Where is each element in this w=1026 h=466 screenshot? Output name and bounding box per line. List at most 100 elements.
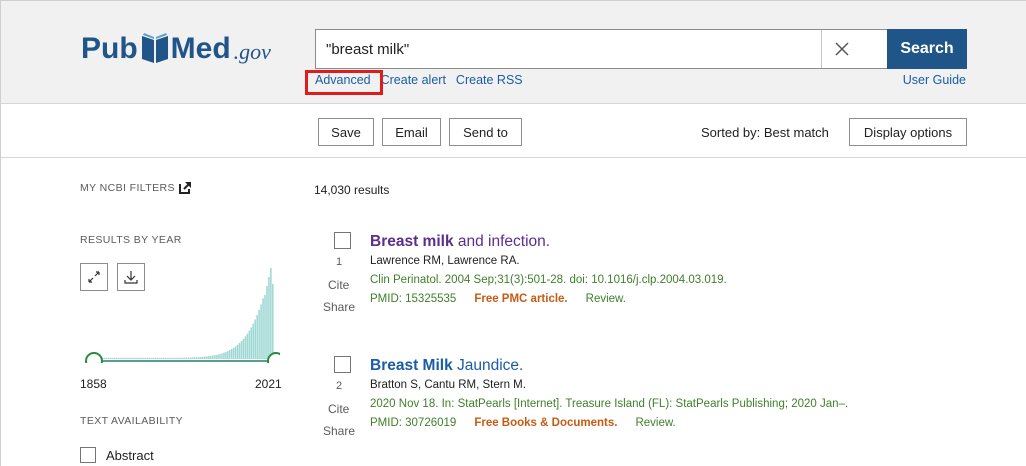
histogram-bar[interactable] — [152, 357, 155, 359]
histogram-bar[interactable] — [139, 357, 141, 359]
histogram-bar[interactable] — [223, 352, 225, 359]
histogram-bar[interactable] — [221, 353, 223, 359]
histogram-bar[interactable] — [113, 357, 116, 359]
histogram-bar[interactable] — [144, 357, 147, 359]
histogram-bar[interactable] — [258, 309, 260, 359]
histogram-bar[interactable] — [248, 330, 251, 359]
histogram-bar[interactable] — [201, 356, 204, 359]
histogram-bar[interactable] — [244, 336, 247, 359]
histogram-bar[interactable] — [242, 338, 245, 359]
histogram-bar[interactable] — [178, 357, 180, 359]
histogram-bar[interactable] — [180, 357, 182, 359]
histogram-bar[interactable] — [225, 351, 227, 359]
histogram-bar[interactable] — [260, 304, 262, 359]
histogram-bar[interactable] — [111, 357, 114, 359]
histogram-bar[interactable] — [230, 348, 233, 359]
cite-button[interactable]: Cite — [328, 278, 349, 292]
save-button[interactable]: Save — [318, 118, 374, 146]
histogram-bar[interactable] — [123, 357, 125, 359]
histogram-bar[interactable] — [158, 357, 161, 359]
results-by-year-histogram[interactable] — [80, 255, 280, 363]
histogram-bar[interactable] — [227, 351, 229, 359]
histogram-bar[interactable] — [109, 357, 112, 359]
histogram-bar[interactable] — [148, 357, 151, 359]
histogram-bar[interactable] — [137, 357, 139, 359]
histogram-bar[interactable] — [127, 357, 129, 359]
histogram-bar[interactable] — [160, 357, 163, 359]
search-button[interactable]: Search — [887, 29, 967, 69]
histogram-bar[interactable] — [168, 357, 170, 359]
pubmed-logo[interactable]: Pub Med .gov — [81, 20, 271, 64]
send-to-button[interactable]: Send to — [449, 118, 522, 146]
histogram-bar[interactable] — [170, 357, 172, 359]
cite-button[interactable]: Cite — [328, 402, 349, 416]
histogram-bar[interactable] — [197, 357, 200, 359]
histogram-bar[interactable] — [203, 356, 206, 359]
free-books-documents-link[interactable]: Free Books & Documents. — [474, 415, 617, 431]
histogram-bar[interactable] — [215, 354, 217, 359]
histogram-bar[interactable] — [117, 357, 120, 359]
histogram-bar[interactable] — [146, 357, 149, 359]
histogram-bar[interactable] — [209, 355, 212, 359]
histogram-bar[interactable] — [236, 344, 239, 359]
histogram-bar[interactable] — [262, 298, 264, 359]
histogram-bar[interactable] — [121, 357, 124, 359]
sort-label[interactable]: Sorted by: Best match — [701, 125, 829, 140]
histogram-bar[interactable] — [229, 350, 231, 359]
histogram-bar[interactable] — [115, 357, 118, 359]
display-options-button[interactable]: Display options — [849, 118, 967, 146]
histogram-bar[interactable] — [211, 355, 213, 359]
histogram-bar[interactable] — [207, 356, 210, 359]
histogram-bar[interactable] — [182, 357, 184, 359]
histogram-bar[interactable] — [150, 357, 153, 359]
histogram-bar[interactable] — [213, 355, 215, 359]
advanced-link[interactable]: Advanced — [315, 73, 371, 87]
histogram-bar[interactable] — [270, 268, 272, 359]
histogram-bar[interactable] — [131, 357, 133, 359]
result-checkbox[interactable] — [334, 232, 351, 249]
histogram-bar[interactable] — [217, 354, 219, 359]
histogram-bar[interactable] — [234, 346, 237, 359]
histogram-bar[interactable] — [186, 357, 188, 359]
histogram-bar[interactable] — [172, 357, 174, 359]
histogram-bar[interactable] — [107, 357, 110, 359]
histogram-bar[interactable] — [252, 323, 255, 359]
histogram-bar[interactable] — [142, 357, 145, 359]
histogram-bar[interactable] — [264, 295, 266, 359]
free-pmc-article-link[interactable]: Free PMC article. — [474, 291, 567, 307]
histogram-bar[interactable] — [129, 357, 131, 359]
my-ncbi-filters-label[interactable]: MY NCBI FILTERS — [80, 182, 175, 194]
histogram-bar[interactable] — [195, 357, 198, 359]
histogram-bar[interactable] — [125, 357, 127, 359]
histogram-bar[interactable] — [266, 286, 268, 359]
result-checkbox[interactable] — [334, 356, 351, 373]
histogram-bar[interactable] — [184, 357, 186, 359]
histogram-bar[interactable] — [205, 356, 208, 359]
histogram-bar[interactable] — [199, 357, 202, 359]
email-button[interactable]: Email — [382, 118, 441, 146]
histogram-bar[interactable] — [156, 357, 159, 359]
histogram-bar[interactable] — [272, 284, 274, 359]
histogram-bar[interactable] — [189, 357, 192, 359]
histogram-bar[interactable] — [268, 277, 270, 359]
histogram-bar[interactable] — [135, 357, 137, 359]
result-title-link[interactable]: Breast Milk Jaundice. — [370, 356, 1010, 376]
histogram-bar[interactable] — [105, 357, 108, 359]
histogram-bar[interactable] — [219, 353, 221, 359]
create-rss-link[interactable]: Create RSS — [456, 73, 523, 87]
clear-search-button[interactable] — [821, 30, 861, 68]
histogram-bar[interactable] — [133, 357, 135, 359]
histogram-bar[interactable] — [240, 341, 243, 359]
abstract-checkbox[interactable] — [80, 447, 96, 463]
histogram-bar[interactable] — [187, 357, 190, 359]
histogram-bar[interactable] — [103, 357, 106, 359]
share-button[interactable]: Share — [323, 424, 355, 438]
histogram-bar[interactable] — [166, 357, 168, 359]
histogram-bar[interactable] — [246, 333, 249, 359]
histogram-bar[interactable] — [174, 357, 176, 359]
search-input[interactable] — [316, 30, 821, 68]
create-alert-link[interactable]: Create alert — [381, 73, 446, 87]
histogram-bar[interactable] — [232, 347, 235, 359]
histogram-bar[interactable] — [119, 357, 122, 359]
histogram-bar[interactable] — [250, 327, 253, 359]
